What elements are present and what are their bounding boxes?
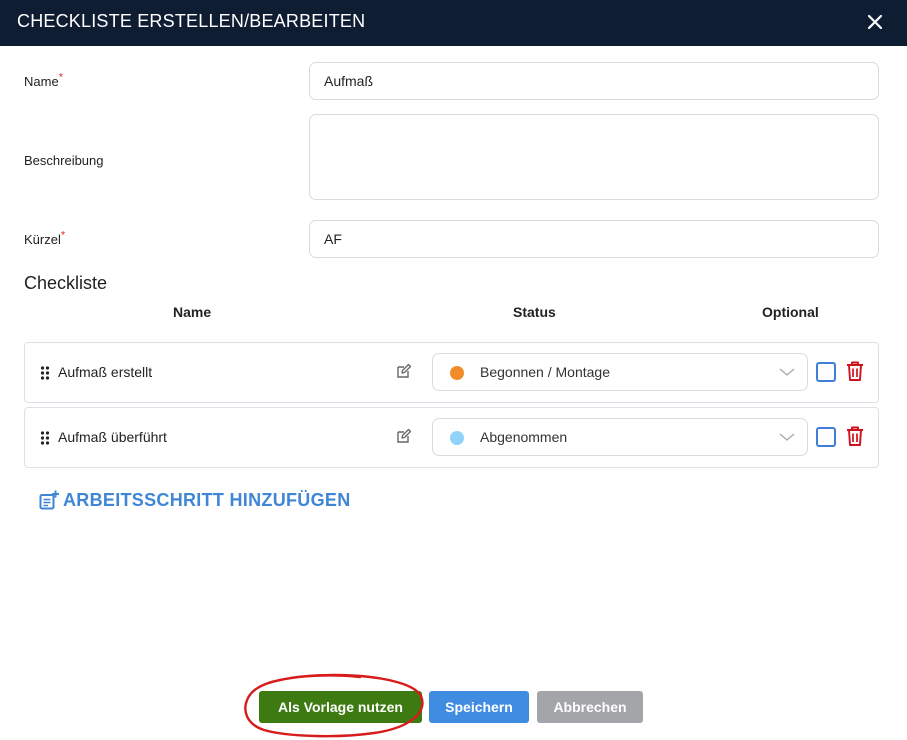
- edit-item-button[interactable]: [396, 428, 412, 444]
- description-field-label: Beschreibung: [24, 153, 104, 168]
- checklist-item-name: Aufmaß überführt: [58, 429, 167, 445]
- drag-handle-icon: [40, 431, 50, 445]
- column-header-optional: Optional: [762, 304, 819, 320]
- status-selected-value: Abgenommen: [480, 429, 568, 445]
- edit-icon: [397, 363, 412, 378]
- add-step-label: ARBEITSSCHRITT HINZUFÜGEN: [63, 490, 351, 510]
- checklist-item-name: Aufmaß erstellt: [58, 364, 153, 380]
- cancel-button[interactable]: Abbrechen: [537, 691, 643, 723]
- optional-checkbox[interactable]: [816, 362, 836, 382]
- save-button[interactable]: Speichern: [429, 691, 529, 723]
- chevron-down-icon: [779, 368, 795, 376]
- drag-handle[interactable]: [40, 431, 50, 445]
- checklist-row: Aufmaß überführt Abgenommen: [24, 407, 879, 468]
- required-marker: *: [58, 71, 63, 84]
- trash-icon: [847, 361, 863, 381]
- dialog-title: CHECKLISTE ERSTELLEN/BEARBEITEN: [17, 11, 366, 31]
- add-list-icon: [39, 490, 59, 510]
- name-field-label: Name*: [24, 71, 63, 89]
- drag-handle-icon: [40, 366, 50, 380]
- name-input[interactable]: [309, 62, 879, 100]
- trash-icon: [847, 426, 863, 446]
- name-label-text: Name: [24, 74, 59, 89]
- close-icon: [867, 14, 883, 30]
- column-header-status: Status: [513, 304, 556, 320]
- drag-handle[interactable]: [40, 366, 50, 380]
- status-select[interactable]: Begonnen / Montage: [432, 353, 808, 391]
- description-input[interactable]: [309, 114, 879, 200]
- delete-item-button[interactable]: [845, 425, 865, 447]
- dialog-header: CHECKLISTE ERSTELLEN/BEARBEITEN: [0, 0, 907, 46]
- checklist-row: Aufmaß erstellt Begonnen / Montage: [24, 342, 879, 403]
- status-select[interactable]: Abgenommen: [432, 418, 808, 456]
- abbreviation-field-label: Kürzel*: [24, 229, 66, 247]
- abbreviation-label-text: Kürzel: [24, 232, 61, 247]
- close-button[interactable]: [862, 9, 888, 35]
- delete-item-button[interactable]: [845, 360, 865, 382]
- edit-item-button[interactable]: [396, 363, 412, 379]
- edit-icon: [397, 428, 412, 443]
- column-header-name: Name: [173, 304, 212, 320]
- checklist-section-title: Checkliste: [24, 273, 108, 293]
- use-as-template-button[interactable]: Als Vorlage nutzen: [259, 691, 422, 723]
- chevron-down-icon: [779, 433, 795, 441]
- status-color-dot: [450, 366, 464, 380]
- optional-checkbox[interactable]: [816, 427, 836, 447]
- status-selected-value: Begonnen / Montage: [480, 364, 610, 380]
- abbreviation-input[interactable]: [309, 220, 879, 258]
- required-marker: *: [60, 229, 66, 242]
- status-color-dot: [450, 431, 464, 445]
